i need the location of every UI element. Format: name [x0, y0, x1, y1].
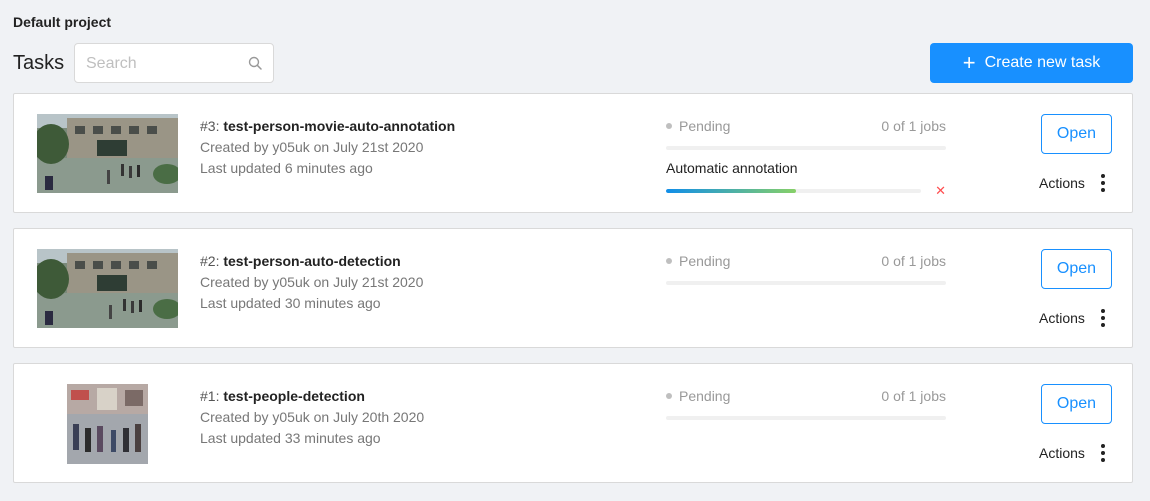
project-title: Default project [13, 14, 112, 30]
status-label: Pending [679, 388, 731, 404]
task-info: #3: test-person-movie-auto-annotation Cr… [200, 116, 455, 179]
page-title: Tasks [13, 52, 65, 74]
task-status: Pending 0 of 1 jobs [666, 386, 946, 420]
task-card: #3: test-person-movie-auto-annotation Cr… [13, 93, 1133, 213]
more-vertical-icon[interactable] [1100, 309, 1105, 327]
task-name: test-person-auto-detection [223, 253, 401, 269]
create-new-task-button[interactable]: + Create new task [930, 43, 1133, 83]
task-card: #2: test-person-auto-detection Created b… [13, 228, 1133, 348]
actions-label: Actions [1039, 445, 1085, 461]
task-id: #3: [200, 118, 220, 134]
task-title[interactable]: #3: test-person-movie-auto-annotation [200, 116, 455, 137]
status-dot-icon [666, 258, 672, 264]
task-status: Pending 0 of 1 jobs [666, 251, 946, 285]
actions-menu[interactable]: Actions [1039, 309, 1105, 327]
open-button[interactable]: Open [1041, 384, 1112, 424]
auto-annotation-progress-bar [666, 188, 922, 193]
status-label: Pending [679, 253, 731, 269]
search-icon[interactable] [248, 56, 262, 70]
cancel-annotation-icon[interactable]: ✕ [935, 184, 946, 197]
task-status: Pending 0 of 1 jobs Automatic annotation… [666, 116, 946, 197]
task-updated: Last updated 30 minutes ago [200, 295, 381, 311]
more-vertical-icon[interactable] [1100, 444, 1105, 462]
more-vertical-icon[interactable] [1100, 174, 1105, 192]
status-dot-icon [666, 393, 672, 399]
actions-label: Actions [1039, 310, 1085, 326]
actions-menu[interactable]: Actions [1039, 444, 1105, 462]
task-updated: Last updated 33 minutes ago [200, 430, 381, 446]
open-button[interactable]: Open [1041, 249, 1112, 289]
task-card: #1: test-people-detection Created by y05… [13, 363, 1133, 483]
actions-label: Actions [1039, 175, 1085, 191]
search-input[interactable] [86, 53, 236, 75]
task-name: test-person-movie-auto-annotation [223, 118, 456, 134]
task-preview-image[interactable] [67, 384, 148, 464]
status-label: Pending [679, 118, 731, 134]
plus-icon: + [962, 50, 976, 75]
status-dot-icon [666, 123, 672, 129]
task-info: #2: test-person-auto-detection Created b… [200, 251, 423, 314]
task-preview-image[interactable] [37, 114, 178, 193]
jobs-count: 0 of 1 jobs [881, 253, 946, 269]
search-box[interactable] [74, 43, 274, 83]
jobs-count: 0 of 1 jobs [881, 388, 946, 404]
actions-menu[interactable]: Actions [1039, 174, 1105, 192]
jobs-progress-bar [666, 146, 946, 150]
task-preview-image[interactable] [37, 249, 178, 328]
task-title[interactable]: #1: test-people-detection [200, 386, 424, 407]
task-id: #2: [200, 253, 220, 269]
jobs-count: 0 of 1 jobs [881, 118, 946, 134]
task-created: Created by y05uk on July 20th 2020 [200, 409, 425, 425]
task-updated: Last updated 6 minutes ago [200, 160, 373, 176]
jobs-progress-bar [666, 416, 946, 420]
task-title[interactable]: #2: test-person-auto-detection [200, 251, 423, 272]
task-created: Created by y05uk on July 21st 2020 [200, 139, 424, 155]
create-new-task-label: Create new task [984, 54, 1101, 71]
task-created: Created by y05uk on July 21st 2020 [200, 274, 424, 290]
auto-annotation-label: Automatic annotation [666, 160, 798, 176]
task-name: test-people-detection [223, 388, 365, 404]
open-button[interactable]: Open [1041, 114, 1112, 154]
task-info: #1: test-people-detection Created by y05… [200, 386, 424, 449]
task-id: #1: [200, 388, 220, 404]
jobs-progress-bar [666, 281, 946, 285]
